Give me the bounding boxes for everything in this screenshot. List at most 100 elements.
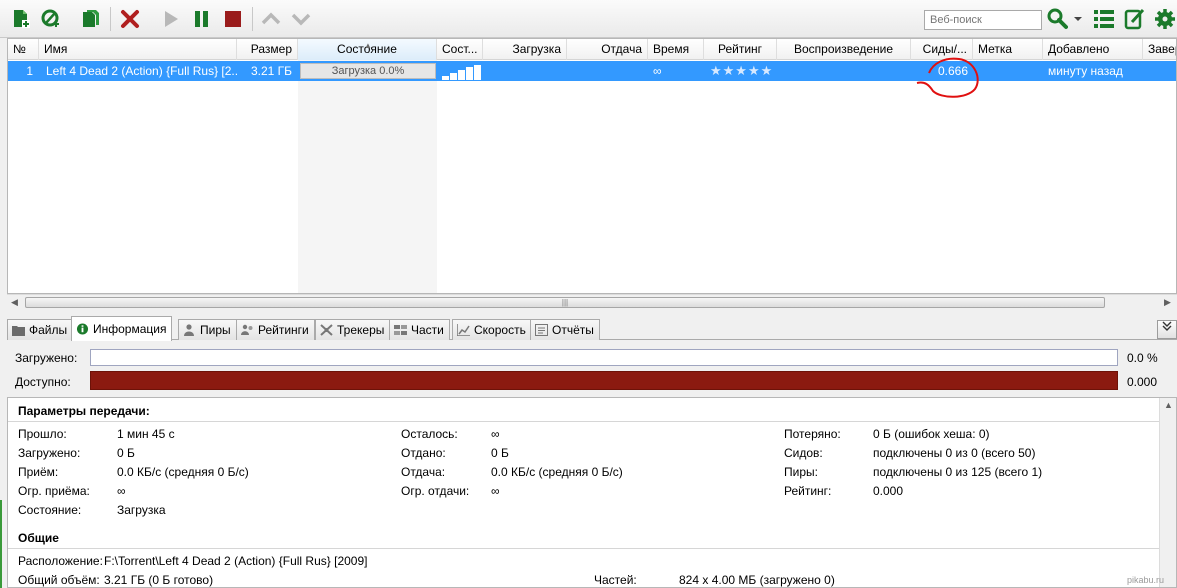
column-header-time[interactable]: Время: [648, 39, 704, 60]
list-view-icon[interactable]: [1093, 8, 1115, 30]
tab-speed-label: Скорость: [474, 323, 526, 337]
tab-pieces[interactable]: Части: [389, 319, 450, 340]
section-divider: [8, 421, 1163, 422]
row-download-speed: [483, 61, 567, 81]
uploaded-amount-value: 0 Б: [491, 446, 509, 460]
sort-ascending-icon: ▲: [364, 41, 372, 50]
column-header-size[interactable]: Размер: [237, 39, 298, 60]
row-added: минуту назад: [1048, 64, 1123, 78]
column-header-health[interactable]: Сост...: [437, 39, 483, 60]
create-torrent-icon[interactable]: [80, 8, 102, 30]
info-icon: [76, 323, 89, 335]
remaining-value: ∞: [491, 427, 500, 441]
start-icon[interactable]: [160, 8, 182, 30]
scrollbar-thumb[interactable]: |||: [25, 297, 1105, 308]
downloaded-amount-value: 0 Б: [117, 446, 135, 460]
window-edge-accent: [0, 500, 2, 588]
list-header: № Имя Размер ▲ Состояние Сост... Загрузка…: [8, 39, 1176, 60]
upload-speed-value: 0.0 КБ/с (средняя 0 Б/с): [491, 465, 623, 479]
details-vertical-scrollbar[interactable]: ▲: [1159, 398, 1176, 587]
column-header-status[interactable]: ▲ Состояние: [298, 39, 437, 60]
available-label: Доступно:: [15, 375, 71, 389]
folder-icon: [12, 326, 25, 336]
health-bars-icon: [442, 65, 484, 80]
column-header-added[interactable]: Добавлено: [1043, 39, 1143, 60]
row-playback: [777, 61, 911, 81]
column-header-upload[interactable]: Отдача: [567, 39, 648, 60]
row-number: 1: [26, 64, 33, 78]
detail-tabs: Файлы Информация Пиры Рейтинги Трекеры Ч…: [7, 316, 1177, 341]
row-status-progress: Загрузка 0.0%: [300, 63, 436, 79]
scroll-up-icon[interactable]: ▲: [1164, 400, 1173, 410]
column-header-number[interactable]: №: [8, 39, 39, 60]
column-header-rating[interactable]: Рейтинг: [704, 39, 777, 60]
collapse-panel-button[interactable]: [1157, 320, 1177, 339]
column-header-download[interactable]: Загрузка: [483, 39, 567, 60]
ratings-icon: [241, 324, 253, 335]
upload-speed-label: Отдача:: [401, 465, 446, 479]
availability-bar: [90, 371, 1118, 390]
peers-icon: [184, 324, 194, 336]
location-label: Расположение:: [18, 554, 103, 568]
downloaded-label: Загружено:: [15, 351, 78, 365]
tab-info-label: Информация: [93, 322, 167, 336]
column-header-label[interactable]: Метка: [973, 39, 1043, 60]
column-header-name[interactable]: Имя: [39, 39, 237, 60]
web-search-input[interactable]: [924, 10, 1042, 30]
rating-stars-icon[interactable]: ★★★★★: [710, 61, 773, 81]
double-chevron-down-icon: [1162, 321, 1172, 331]
row-size: 3.21 ГБ: [250, 64, 292, 78]
add-torrent-icon[interactable]: [10, 8, 32, 30]
column-header-completed[interactable]: Завер: [1143, 39, 1176, 60]
chevron-down-icon[interactable]: [1072, 8, 1084, 30]
move-down-icon[interactable]: [290, 8, 312, 30]
trackers-icon: [320, 324, 333, 336]
downloaded-amount-label: Загружено:: [18, 446, 81, 460]
transfer-details-panel: Параметры передачи: Прошло: 1 мин 45 с З…: [7, 397, 1177, 588]
pieces-label: Частей:: [594, 573, 637, 587]
tab-speed[interactable]: Скорость: [452, 319, 532, 340]
log-icon: [535, 324, 548, 336]
column-header-playback[interactable]: Воспроизведение: [777, 39, 911, 60]
table-row[interactable]: 1 Left 4 Dead 2 (Action) {Full Rus} [2..…: [8, 61, 1176, 81]
add-link-icon[interactable]: [40, 8, 62, 30]
pause-icon[interactable]: [191, 8, 213, 30]
tab-info[interactable]: Информация: [71, 316, 173, 341]
remove-icon[interactable]: [119, 8, 141, 30]
scroll-left-icon[interactable]: ◀: [11, 297, 18, 308]
location-value: F:\Torrent\Left 4 Dead 2 (Action) {Full …: [104, 554, 368, 568]
remaining-label: Осталось:: [401, 427, 458, 441]
peers-value: подключены 0 из 125 (всего 1): [873, 465, 1043, 479]
seeds-value: подключены 0 из 0 (всего 50): [873, 446, 1036, 460]
row-label: [973, 61, 1043, 81]
move-up-icon[interactable]: [260, 8, 282, 30]
tab-peers[interactable]: Пиры: [178, 319, 237, 340]
receive-speed-label: Приём:: [18, 465, 59, 479]
settings-icon[interactable]: [1154, 8, 1176, 30]
receive-limit-value: ∞: [117, 484, 126, 498]
tab-trackers[interactable]: Трекеры: [315, 319, 391, 340]
scroll-right-icon[interactable]: ▶: [1164, 297, 1171, 308]
torrent-list: № Имя Размер ▲ Состояние Сост... Загрузка…: [7, 38, 1177, 294]
elapsed-value: 1 мин 45 с: [117, 427, 175, 441]
toolbar: [0, 0, 1177, 38]
search-icon[interactable]: [1046, 8, 1068, 30]
section-divider: [8, 548, 1163, 549]
transfer-section-title: Параметры передачи:: [18, 404, 150, 418]
row-time: ∞: [653, 64, 662, 78]
tab-files[interactable]: Файлы: [7, 319, 74, 340]
total-size-label: Общий объём:: [18, 573, 100, 587]
list-horizontal-scrollbar[interactable]: ◀ ||| ▶: [7, 294, 1177, 310]
tab-ratings[interactable]: Рейтинги: [236, 319, 315, 340]
ratio-label: Рейтинг:: [784, 484, 832, 498]
tab-pieces-label: Части: [411, 323, 444, 337]
receive-limit-label: Огр. приёма:: [18, 484, 90, 498]
stop-icon[interactable]: [222, 8, 244, 30]
rss-icon[interactable]: [1124, 8, 1146, 30]
downloaded-progress-bar: [90, 349, 1118, 366]
row-name: Left 4 Dead 2 (Action) {Full Rus} [2...: [46, 64, 237, 78]
tab-ratings-label: Рейтинги: [258, 323, 309, 337]
uploaded-amount-label: Отдано:: [401, 446, 446, 460]
tab-log[interactable]: Отчёты: [530, 319, 600, 340]
wasted-label: Потеряно:: [784, 427, 841, 441]
